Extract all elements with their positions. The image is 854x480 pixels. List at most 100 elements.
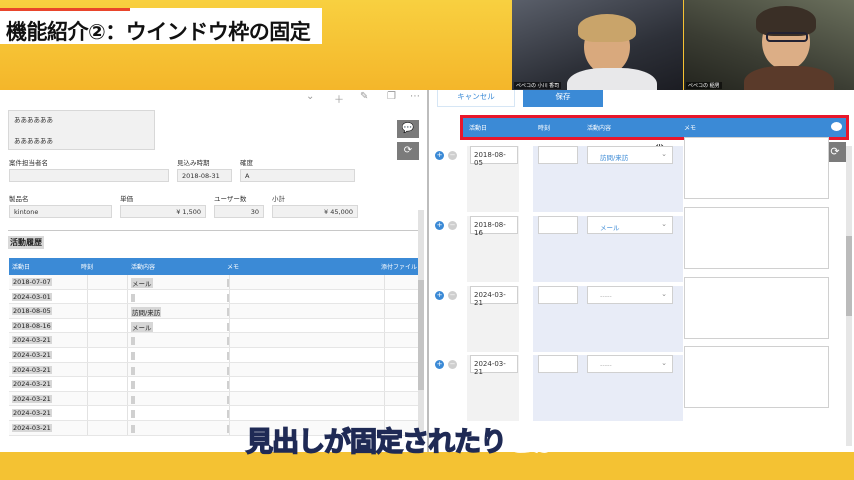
column-divider (229, 275, 230, 289)
time-input[interactable] (538, 355, 578, 373)
date-input[interactable]: 2024-03-21 (470, 286, 518, 307)
scrollbar[interactable] (418, 210, 424, 440)
scrollbar[interactable] (846, 146, 852, 446)
memo-textarea[interactable] (684, 277, 829, 339)
column-divider (127, 275, 128, 289)
scrollbar-thumb[interactable] (846, 236, 852, 316)
time-input[interactable] (538, 286, 578, 304)
memo-textarea[interactable] (684, 137, 829, 199)
add-row-icon[interactable]: + (435, 221, 444, 230)
column-divider (87, 391, 88, 406)
activity-select[interactable]: ----- ⌄ (587, 355, 673, 373)
history-icon[interactable]: ⟳ (397, 142, 419, 160)
add-row-icon[interactable]: + (435, 360, 444, 369)
remove-row-icon[interactable]: − (448, 291, 457, 300)
row-date: 2024-03-21 (12, 423, 52, 432)
activity-select[interactable]: ----- ⌄ (587, 286, 673, 304)
subtotal-label: 小計 (272, 195, 285, 203)
column-divider (384, 377, 385, 391)
row-activity-empty (131, 381, 135, 390)
remove-row-icon[interactable]: − (448, 221, 457, 230)
remove-row-icon[interactable]: − (448, 151, 457, 160)
scrollbar-thumb[interactable] (418, 280, 424, 390)
multiline-text-field[interactable]: ああああああ ああああああ (8, 110, 155, 150)
column-divider (127, 377, 128, 391)
column-divider (87, 304, 88, 318)
row-memo-empty (227, 337, 229, 346)
activity-select[interactable]: メール ⌄ (587, 216, 673, 234)
table-row: 2024-03-21 (9, 347, 419, 363)
add-icon[interactable]: ＋ (334, 91, 344, 106)
chevron-down-icon: ⌄ (661, 150, 667, 158)
table-row: 2018-07-07 メール (9, 275, 419, 290)
column-divider (127, 318, 128, 333)
activity-value: ----- (600, 292, 612, 300)
row-activity: メール (131, 278, 153, 288)
row-date: 2018-08-05 (12, 307, 52, 316)
users-field[interactable]: 30 (214, 205, 264, 218)
row-memo-empty (227, 395, 229, 404)
copy-icon[interactable]: ❐ (387, 91, 396, 102)
certainty-label: 確度 (240, 159, 253, 167)
add-row-icon[interactable]: + (435, 291, 444, 300)
owner-field[interactable] (9, 169, 169, 182)
row-memo-empty (227, 366, 229, 375)
column-divider (87, 420, 88, 435)
activity-table: 活動日 時刻 活動内容 メモ 添付ファイル 2018-07-07 メール 2024-… (9, 258, 419, 436)
add-row-icon[interactable]: + (435, 151, 444, 160)
memo-textarea[interactable] (684, 346, 829, 408)
certainty-field[interactable]: A (240, 169, 355, 182)
subtitle-caption: 見出しが固定されたりとか (245, 420, 560, 459)
column-divider (384, 406, 385, 420)
row-date: 2024-03-21 (12, 365, 52, 374)
column-divider (87, 275, 88, 289)
save-button[interactable]: 保存 (523, 90, 603, 107)
product-label: 製品名 (9, 195, 29, 203)
table-row: 2024-03-21 (9, 406, 419, 421)
table-header: 活動日 時刻 活動内容 メモ 添付ファイル (9, 258, 419, 275)
remove-row-icon[interactable]: − (448, 360, 457, 369)
product-field[interactable]: kintone (9, 205, 112, 218)
column-divider (127, 347, 128, 362)
person-shirt (567, 68, 657, 91)
date-input[interactable]: 2018-08-16 (470, 216, 518, 237)
column-divider (127, 333, 128, 347)
row-memo-empty (227, 322, 229, 331)
table-row: 2024-03-01 (9, 289, 419, 305)
row-memo-empty (227, 424, 229, 433)
time-input[interactable] (538, 216, 578, 234)
table-row: 2018-08-05 訪問/来訪 (9, 304, 419, 319)
date-input[interactable]: 2018-08-05 (470, 146, 518, 167)
edit-icon[interactable]: ✎ (360, 91, 368, 102)
chevron-down-icon[interactable]: ⌄ (306, 91, 314, 102)
row-date: 2024-03-21 (12, 409, 52, 418)
unit-price-field[interactable]: ¥ 1,500 (120, 205, 206, 218)
expected-date-field[interactable]: 2018-08-31 (177, 169, 232, 182)
table-row: 2024-03-21 (9, 391, 419, 407)
col-time: 時刻 (81, 264, 94, 271)
col-activity: 活動内容 (131, 264, 156, 271)
column-divider (384, 347, 385, 362)
column-divider (384, 391, 385, 406)
comment-icon[interactable]: 💬 (397, 120, 419, 138)
row-activity-empty (131, 424, 135, 433)
col-date: 活動日 (12, 264, 31, 271)
person-hair (578, 14, 636, 42)
chevron-down-icon: ⌄ (661, 290, 667, 298)
column-divider (384, 275, 385, 289)
cancel-button[interactable]: キャンセル (437, 90, 515, 107)
edit-row: + − 2018-08-16 メール ⌄ (435, 207, 829, 282)
column-divider (229, 420, 230, 435)
time-input[interactable] (538, 146, 578, 164)
column-divider (229, 406, 230, 420)
table-row: 2024-03-21 (9, 333, 419, 348)
memo-textarea[interactable] (684, 207, 829, 269)
row-date: 2024-03-21 (12, 350, 52, 359)
record-edit-pane: キャンセル 保存 活動日 時刻 活動内容 メモ ⇹ ⟳ +−2018-08-05… (429, 90, 854, 452)
date-input[interactable]: 2024-03-21 (470, 355, 518, 376)
activity-select[interactable]: 訪問/来訪 ⌄ (587, 146, 673, 164)
more-icon[interactable]: ⋯ (410, 91, 420, 102)
chevron-down-icon: ⌄ (661, 220, 667, 228)
activity-value: ----- (600, 361, 612, 369)
row-memo-empty (227, 381, 229, 390)
